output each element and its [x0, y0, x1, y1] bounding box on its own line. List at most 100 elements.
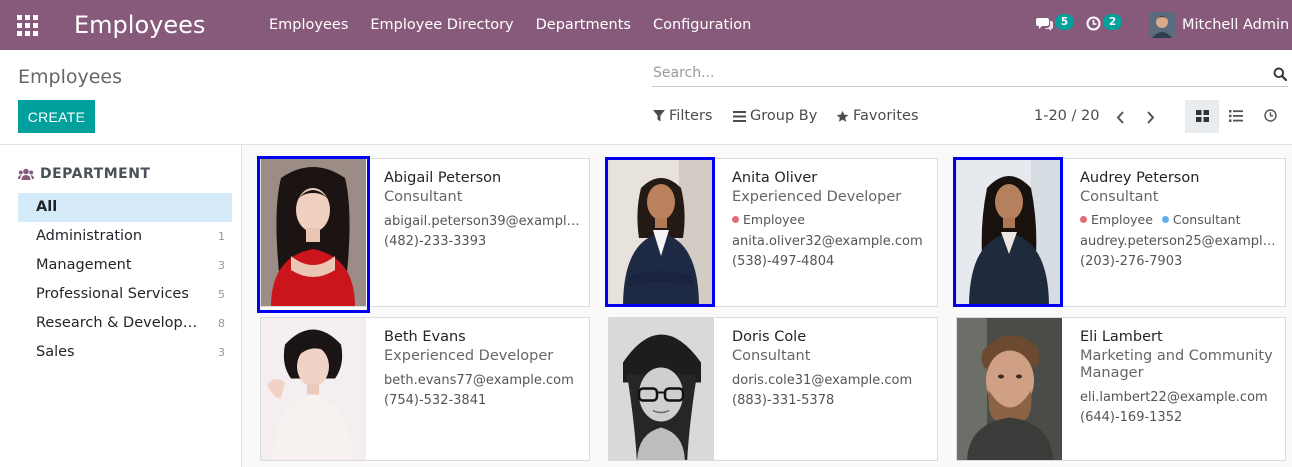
- menu-employee-directory[interactable]: Employee Directory: [370, 15, 513, 35]
- sidebar-item-all[interactable]: All: [18, 193, 232, 222]
- employee-card[interactable]: Beth Evans Experienced Developer beth.ev…: [260, 317, 590, 461]
- page-title: Employees: [18, 66, 122, 88]
- sidebar-item-label: Research & Development: [36, 315, 211, 331]
- employee-email: eli.lambert22@example.com: [1080, 390, 1268, 405]
- department-list: All Administration 1 Management 3 Profes…: [18, 193, 232, 367]
- employee-card[interactable]: Eli Lambert Marketing and Community Mana…: [956, 317, 1286, 461]
- favorites-dropdown[interactable]: Favorites: [836, 108, 919, 124]
- employee-email: anita.oliver32@example.com: [732, 234, 923, 249]
- groupby-dropdown[interactable]: Group By: [733, 108, 817, 124]
- employee-phone: (203)-276-7903: [1080, 254, 1183, 269]
- employee-info: Audrey Peterson Consultant Employee Cons…: [1080, 169, 1280, 272]
- clock-icon: [1086, 16, 1101, 35]
- filters-label: Filters: [669, 108, 713, 124]
- bars-icon: [733, 110, 746, 122]
- employee-name: Doris Cole: [732, 329, 807, 345]
- kanban-view-button[interactable]: [1185, 100, 1219, 133]
- employee-phone: (482)-233-3393: [384, 234, 487, 249]
- employee-job-title: Experienced Developer: [732, 189, 902, 205]
- sidebar-item-professional-services[interactable]: Professional Services 5: [18, 280, 232, 309]
- employee-info: Beth Evans Experienced Developer beth.ev…: [384, 328, 584, 411]
- employee-tag: Consultant: [1161, 212, 1241, 227]
- department-sidebar: DEPARTMENT All Administration 1 Manageme…: [0, 145, 242, 467]
- employee-email: audrey.peterson25@example.com: [1080, 234, 1278, 249]
- sidebar-item-label: Administration: [36, 228, 143, 244]
- sidebar-item-count: 5: [218, 288, 225, 301]
- th-large-icon: [1195, 107, 1209, 126]
- top-navbar: Employees Employees Employee Directory D…: [0, 0, 1292, 50]
- employee-card[interactable]: Abigail Peterson Consultant abigail.pete…: [260, 158, 590, 307]
- sidebar-header-label: DEPARTMENT: [40, 166, 151, 182]
- employee-email: beth.evans77@example.com: [384, 373, 574, 388]
- sidebar-item-management[interactable]: Management 3: [18, 251, 232, 280]
- pager-value[interactable]: 1-20 / 20: [1034, 108, 1099, 124]
- kanban-view: Abigail Peterson Consultant abigail.pete…: [242, 145, 1292, 467]
- list-icon: [1229, 107, 1243, 126]
- employee-photo: [609, 159, 714, 306]
- tag-label: Employee: [1091, 212, 1153, 227]
- avatar: [1149, 12, 1175, 38]
- chevron-left-icon[interactable]: [1113, 108, 1127, 126]
- employee-tags: Employee Consultant: [1080, 212, 1280, 228]
- clock-icon: [1263, 107, 1277, 126]
- employee-photo: [957, 159, 1062, 306]
- create-button[interactable]: CREATE: [18, 100, 95, 133]
- sidebar-item-research-development[interactable]: Research & Development 8: [18, 309, 232, 338]
- tag-color-dot: [1080, 216, 1087, 223]
- menu-departments[interactable]: Departments: [536, 15, 631, 35]
- favorites-label: Favorites: [853, 108, 919, 124]
- messages-tray[interactable]: 5: [1036, 0, 1074, 50]
- chat-icon: [1036, 16, 1053, 35]
- sidebar-item-count: 3: [218, 346, 225, 359]
- menu-configuration[interactable]: Configuration: [653, 15, 751, 35]
- user-name: Mitchell Admin: [1182, 17, 1290, 33]
- sidebar-item-sales[interactable]: Sales 3: [18, 338, 232, 367]
- sidebar-item-count: 1: [218, 230, 225, 243]
- sidebar-item-label: Professional Services: [36, 286, 189, 302]
- star-icon: [836, 110, 849, 123]
- employee-tag: Employee: [732, 212, 805, 227]
- user-menu[interactable]: Mitchell Admin: [1149, 11, 1289, 39]
- tag-label: Consultant: [1172, 212, 1241, 227]
- messages-count-badge: 5: [1055, 13, 1074, 30]
- search-bar: [652, 60, 1288, 87]
- employee-name: Beth Evans: [384, 329, 466, 345]
- users-icon: [18, 168, 34, 181]
- sidebar-item-administration[interactable]: Administration 1: [18, 222, 232, 251]
- employee-photo: [957, 318, 1062, 460]
- employee-card[interactable]: Doris Cole Consultant doris.cole31@examp…: [608, 317, 938, 461]
- employee-job-title: Consultant: [1080, 189, 1159, 205]
- sidebar-item-count: 8: [218, 317, 225, 330]
- employee-photo: [261, 318, 366, 460]
- app-brand[interactable]: Employees: [74, 9, 205, 41]
- employee-info: Abigail Peterson Consultant abigail.pete…: [384, 169, 584, 252]
- activity-view-button[interactable]: [1253, 100, 1287, 133]
- sidebar-header: DEPARTMENT: [18, 166, 150, 182]
- search-input[interactable]: [653, 63, 1253, 83]
- tag-color-dot: [1161, 216, 1169, 223]
- employee-phone: (538)-497-4804: [732, 254, 835, 269]
- employee-job-title: Marketing and Community Manager: [1080, 348, 1273, 381]
- sidebar-item-label: Sales: [36, 344, 75, 360]
- groupby-label: Group By: [750, 108, 818, 124]
- employee-job-title: Consultant: [384, 189, 463, 205]
- employee-card[interactable]: Anita Oliver Experienced Developer Emplo…: [608, 158, 938, 307]
- activities-count-badge: 2: [1103, 13, 1122, 30]
- employee-card[interactable]: Audrey Peterson Consultant Employee Cons…: [956, 158, 1286, 307]
- chevron-right-icon[interactable]: [1143, 108, 1157, 126]
- employee-info: Anita Oliver Experienced Developer Emplo…: [732, 169, 932, 272]
- employee-job-title: Experienced Developer: [384, 348, 554, 364]
- employee-email: abigail.peterson39@example.com: [384, 214, 582, 229]
- search-icon[interactable]: [1273, 66, 1288, 82]
- activities-tray[interactable]: 2: [1086, 0, 1122, 50]
- filters-dropdown[interactable]: Filters: [653, 108, 712, 124]
- employee-name: Eli Lambert: [1080, 329, 1163, 345]
- sidebar-item-label: All: [36, 199, 58, 215]
- list-view-button[interactable]: [1219, 100, 1253, 133]
- grid-apps-icon[interactable]: [17, 15, 38, 36]
- employee-phone: (883)-331-5378: [732, 393, 835, 408]
- sidebar-item-label: Management: [36, 257, 132, 273]
- menu-employees[interactable]: Employees: [269, 15, 348, 35]
- employee-photo: [261, 159, 366, 306]
- tag-color-dot: [732, 216, 739, 223]
